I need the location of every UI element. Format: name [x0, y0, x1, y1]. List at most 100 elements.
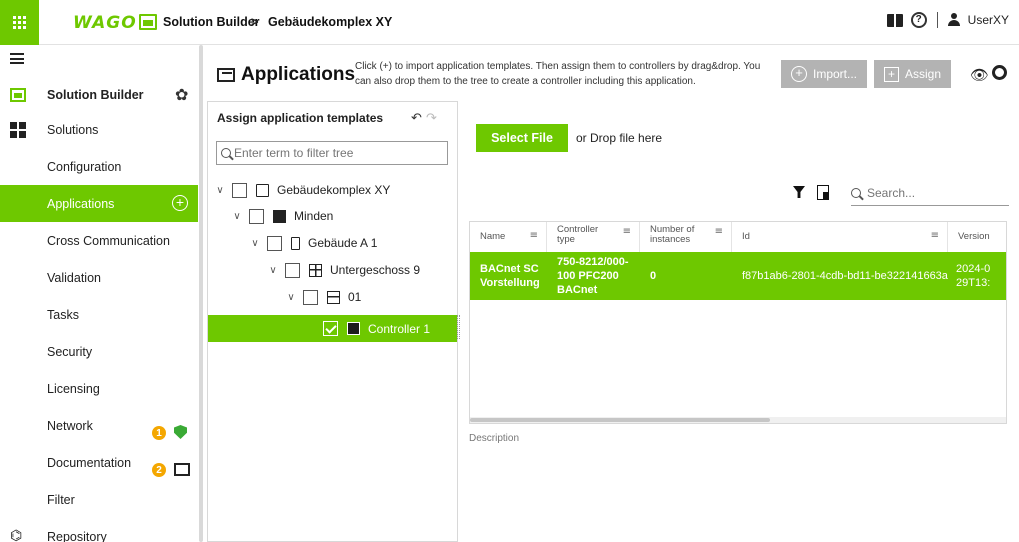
column-header-label: Name: [480, 231, 506, 242]
solution-builder-icon: [10, 88, 26, 102]
chevron-down-icon[interactable]: ∨: [213, 185, 227, 196]
sidebar-item-label: Cross Communication: [47, 233, 170, 248]
column-header-label: Version: [958, 231, 990, 242]
tree-node[interactable]: ∨ Gebäudekomplex XY: [208, 177, 457, 203]
tree-node-label: Minden: [294, 209, 334, 223]
tree-node[interactable]: ∨ Minden: [208, 203, 457, 229]
tree-node[interactable]: ∨ Gebäude A 1: [208, 230, 457, 256]
cabinet-icon: [327, 290, 340, 304]
description-label: Description: [469, 433, 520, 444]
redo-icon[interactable]: ↷: [426, 111, 437, 126]
cell-name[interactable]: BACnet SC Vorstellung: [470, 252, 547, 300]
assign-button[interactable]: + Assign: [874, 60, 952, 88]
table-horizontal-scrollbar[interactable]: [470, 417, 1006, 423]
breadcrumb-solution-builder[interactable]: Solution Builder: [163, 15, 260, 29]
column-chooser-icon[interactable]: [817, 185, 829, 200]
tree-node-checkbox[interactable]: [323, 321, 338, 336]
table-search-input[interactable]: [867, 185, 997, 200]
tree-node-checkbox[interactable]: [267, 235, 282, 251]
chevron-down-icon[interactable]: ∨: [266, 265, 280, 276]
select-file-button[interactable]: Select File: [476, 124, 568, 152]
sidebar-item-label: Applications: [47, 196, 115, 211]
sidebar-item-filter[interactable]: Filter: [0, 481, 198, 518]
search-icon: [221, 148, 231, 158]
help-icon[interactable]: ?: [910, 12, 927, 28]
lifebuoy-icon[interactable]: [992, 65, 1007, 80]
table-search[interactable]: [851, 180, 1009, 206]
book-icon[interactable]: [886, 13, 903, 27]
cell-instances[interactable]: 0: [640, 252, 732, 300]
tree-node-label: Controller 1: [368, 321, 431, 336]
sidebar-item-repository[interactable]: Repository: [0, 518, 198, 542]
sidebar-item-cross-communication[interactable]: Cross Communication: [0, 222, 198, 259]
tree-node-checkbox[interactable]: [232, 182, 247, 198]
hamburger-menu-icon[interactable]: [10, 53, 24, 64]
sidebar-item-network[interactable]: Network: [0, 407, 198, 444]
sidebar-item-label: Documentation: [47, 455, 132, 470]
sidebar-item-solutions[interactable]: Solutions: [0, 111, 198, 148]
assign-button-label: Assign: [905, 67, 942, 81]
page-title: Applications: [241, 64, 356, 85]
help-text: Click (+) to import application template…: [355, 61, 761, 87]
panel-resize-handle[interactable]: [457, 315, 460, 339]
tree-node-checkbox[interactable]: [285, 262, 300, 278]
hide-eye-icon[interactable]: 👁: [970, 66, 989, 84]
cell-version[interactable]: 2024-0 29T13:: [948, 252, 1006, 300]
sidebar-item-documentation[interactable]: Documentation: [0, 444, 198, 481]
column-header-label: Controller type: [557, 224, 599, 245]
tree-node[interactable]: ∨ 01: [208, 284, 457, 310]
column-header-controller-type[interactable]: Controller type ≡: [547, 222, 640, 252]
chevron-down-icon[interactable]: ∨: [248, 238, 262, 249]
tree-node-label: 01: [348, 290, 362, 304]
floor-icon: [309, 263, 322, 277]
column-header-version[interactable]: Version: [948, 222, 1006, 252]
plus-box-icon: +: [884, 66, 899, 82]
scrollbar-thumb[interactable]: [470, 418, 770, 422]
sidebar-item-label: Validation: [47, 270, 101, 285]
user-name[interactable]: UserXY: [968, 13, 1009, 27]
tree-filter-input[interactable]: [234, 146, 434, 160]
tree-panel: Assign application templates ↶ ↷ ∨ Gebäu…: [207, 101, 458, 542]
column-header-id[interactable]: Id ≡: [732, 222, 948, 252]
undo-icon[interactable]: ↶: [411, 111, 422, 126]
sort-icon[interactable]: ≡: [931, 231, 939, 241]
gear-icon[interactable]: ✿: [175, 85, 188, 104]
add-application-icon[interactable]: +: [172, 195, 188, 211]
top-bar: WAGO Solution Builder > Gebäudekomplex X…: [0, 0, 1019, 45]
tree-node[interactable]: ∨ Untergeschoss 9: [208, 257, 457, 283]
sidebar-item-configuration[interactable]: Configuration: [0, 148, 198, 185]
sort-icon[interactable]: ≡: [715, 227, 723, 237]
building-icon: [273, 209, 286, 223]
sort-icon[interactable]: ≡: [530, 231, 538, 241]
sidebar-item-security[interactable]: Security: [0, 333, 198, 370]
tree-filter[interactable]: [216, 141, 448, 165]
sidebar-item-applications[interactable]: Applications +: [0, 185, 198, 222]
chevron-down-icon[interactable]: ∨: [284, 292, 298, 303]
divider: [936, 12, 938, 28]
sidebar-item-tasks[interactable]: Tasks: [0, 296, 198, 333]
cell-id[interactable]: f87b1ab6-2801-4cdb-bd11-be322141663a: [732, 252, 948, 300]
breadcrumb-project[interactable]: Gebäudekomplex XY: [268, 15, 392, 29]
applications-table: Name ≡ Controller type ≡ Number of insta…: [469, 221, 1007, 424]
tree-node-checkbox[interactable]: [303, 289, 318, 305]
sidebar-scrollbar[interactable]: [199, 45, 203, 542]
column-header-instances[interactable]: Number of instances ≡: [640, 222, 732, 252]
user-icon[interactable]: [947, 13, 960, 27]
chevron-down-icon[interactable]: ∨: [230, 211, 244, 222]
filter-icon[interactable]: [793, 186, 805, 198]
tree-node-checkbox[interactable]: [249, 208, 264, 224]
column-header-name[interactable]: Name ≡: [470, 222, 547, 252]
sidebar-item-validation[interactable]: Validation: [0, 259, 198, 296]
sidebar-item-licensing[interactable]: Licensing: [0, 370, 198, 407]
sidebar-item-label: Tasks: [47, 307, 79, 322]
tree-node-label: Gebäude A 1: [308, 236, 378, 250]
device-icon: [291, 236, 300, 250]
apps-grid-button[interactable]: [0, 0, 39, 45]
cell-controller-type[interactable]: 750-8212/000-100 PFC200 BACnet: [547, 252, 640, 300]
sort-icon[interactable]: ≡: [623, 227, 631, 237]
import-button[interactable]: + Import...: [781, 60, 868, 88]
sidebar: Solution Builder ✿ Solutions Configurati…: [0, 45, 205, 542]
tree-node-selected[interactable]: Controller 1: [208, 315, 457, 342]
sidebar-item-label: Licensing: [47, 381, 100, 396]
sidebar-item-label: Configuration: [47, 159, 122, 174]
